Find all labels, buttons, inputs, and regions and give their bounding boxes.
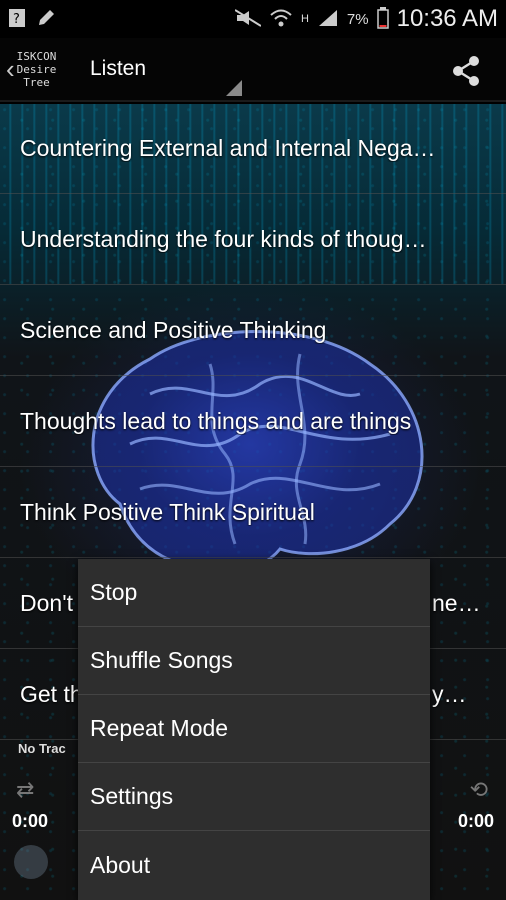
battery-icon	[376, 6, 389, 32]
menu-item-stop[interactable]: Stop	[78, 559, 430, 627]
pen-icon	[36, 8, 56, 31]
track-row[interactable]: Thoughts lead to things and are things	[0, 377, 506, 467]
shuffle-icon[interactable]: ⇄	[16, 777, 34, 803]
track-title-tail: ne…	[432, 590, 481, 616]
logo-line-3: Tree	[23, 75, 50, 89]
track-row[interactable]: Science and Positive Thinking	[0, 286, 506, 376]
menu-item-settings[interactable]: Settings	[78, 763, 430, 831]
logo-line-2: Desire	[16, 62, 57, 76]
mute-icon	[234, 8, 262, 30]
track-title: Thoughts lead to things and are things	[20, 408, 412, 434]
menu-item-repeat-mode[interactable]: Repeat Mode	[78, 695, 430, 763]
status-bar: ? H 7% 10:36 AM	[0, 0, 506, 38]
track-row[interactable]: Think Positive Think Spiritual	[0, 468, 506, 558]
svg-text:?: ?	[13, 12, 20, 27]
track-title: Don't	[20, 590, 73, 616]
total-time: 0:00	[457, 811, 494, 831]
menu-item-shuffle-songs[interactable]: Shuffle Songs	[78, 627, 430, 695]
track-title: Get th	[20, 681, 83, 707]
logo-line-1: ISKCON	[16, 49, 57, 63]
unknown-app-icon: ?	[8, 8, 26, 31]
track-row[interactable]: Countering External and Internal Nega…	[0, 104, 506, 194]
track-title: Think Positive Think Spiritual	[20, 499, 315, 525]
spinner-dropdown-icon	[226, 80, 242, 96]
h-signal-icon: H	[300, 12, 309, 25]
signal-icon	[317, 8, 339, 31]
track-row[interactable]: Understanding the four kinds of thoug…	[0, 195, 506, 285]
battery-percent: 7%	[346, 10, 369, 28]
track-title: Countering External and Internal Nega…	[20, 135, 436, 161]
clock: 10:36 AM	[396, 5, 498, 32]
track-title: Science and Positive Thinking	[20, 317, 327, 343]
wifi-icon	[269, 8, 293, 31]
chevron-left-icon: ‹	[6, 53, 15, 84]
action-bar: ‹ ISKCON Desire Tree Listen	[0, 38, 506, 102]
repeat-icon[interactable]: ⟲	[470, 777, 488, 803]
now-playing-label: No Trac	[18, 741, 66, 756]
share-icon[interactable]	[450, 54, 484, 88]
seekbar-thumb[interactable]	[14, 845, 48, 879]
menu-item-about[interactable]: About	[78, 831, 430, 899]
app-logo: ISKCON Desire Tree	[17, 50, 57, 89]
overflow-menu: Stop Shuffle Songs Repeat Mode Settings …	[78, 559, 430, 900]
track-title-tail: y…	[432, 681, 467, 707]
elapsed-time: 0:00	[12, 811, 49, 831]
screen-title-spinner[interactable]: Listen	[90, 57, 506, 81]
track-title: Understanding the four kinds of thoug…	[20, 226, 427, 252]
app-logo-button[interactable]: ‹ ISKCON Desire Tree	[0, 50, 78, 89]
